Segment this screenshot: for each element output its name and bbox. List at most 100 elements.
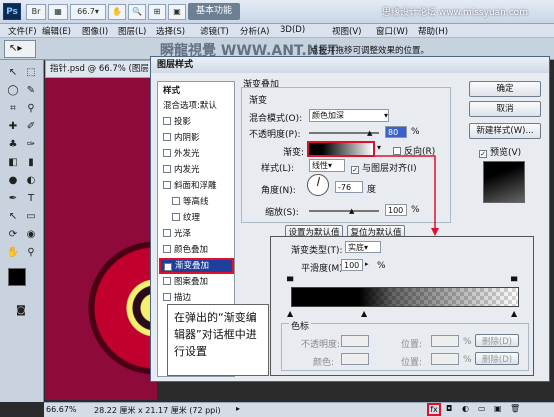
- menu-layer[interactable]: 图层(L): [118, 25, 146, 37]
- eyedropper-icon[interactable]: ⚲: [24, 102, 38, 116]
- color-stop-right[interactable]: ▲: [511, 309, 517, 318]
- gradient-tool-icon[interactable]: ▮: [24, 156, 38, 170]
- new-layer-icon[interactable]: ▣: [494, 404, 502, 413]
- gradient-bar[interactable]: [291, 287, 519, 307]
- scale-slider-thumb[interactable]: ▲: [349, 207, 354, 215]
- cancel-button[interactable]: 取消: [469, 101, 541, 117]
- stop-opacity-position-input[interactable]: [431, 335, 459, 347]
- preview-checkbox[interactable]: ✓ 预览(V): [479, 145, 521, 158]
- stop-color-position-input[interactable]: [431, 353, 459, 365]
- brush-tool-icon[interactable]: ✐: [24, 120, 38, 134]
- tool-preset-picker[interactable]: ↖▸: [4, 40, 36, 58]
- scale-slider[interactable]: [309, 210, 379, 212]
- opacity-stop-right[interactable]: ▀: [511, 277, 517, 286]
- pen-tool-icon[interactable]: ✒: [6, 192, 20, 206]
- checkbox[interactable]: [172, 213, 180, 221]
- styles-header[interactable]: 样式: [160, 85, 233, 98]
- style-item-gradient-overlay[interactable]: ✓ 渐变叠加: [159, 258, 234, 274]
- fx-icon[interactable]: fx: [427, 403, 441, 416]
- crop-tool-icon[interactable]: ⌗: [6, 102, 20, 116]
- scale-input[interactable]: 100: [385, 204, 407, 216]
- grid-icon[interactable]: ⊞: [148, 4, 166, 20]
- trash-icon[interactable]: 🗑: [510, 404, 520, 413]
- color-stop-left[interactable]: ▲: [287, 309, 293, 318]
- quick-mask-icon[interactable]: ◙: [14, 304, 28, 318]
- style-item-bevel-emboss[interactable]: 斜面和浮雕: [160, 180, 233, 193]
- checkbox[interactable]: [163, 245, 171, 253]
- new-style-button[interactable]: 新建样式(W)...: [469, 123, 541, 139]
- menu-view[interactable]: 视图(V): [332, 25, 361, 37]
- menu-edit[interactable]: 编辑(E): [42, 25, 71, 37]
- adjustment-icon[interactable]: ◐: [462, 404, 469, 413]
- document-canvas[interactable]: [45, 78, 157, 400]
- style-item-drop-shadow[interactable]: 投影: [160, 116, 233, 129]
- hand-tool-icon[interactable]: ✋: [108, 4, 126, 20]
- menu-analysis[interactable]: 分析(A): [240, 25, 269, 37]
- angle-input[interactable]: -76: [335, 181, 363, 193]
- arrange-docs-icon[interactable]: ▣: [168, 4, 186, 20]
- checkbox[interactable]: [163, 149, 171, 157]
- checkbox[interactable]: [163, 277, 171, 285]
- eraser-icon[interactable]: ◧: [6, 156, 20, 170]
- checkbox[interactable]: [163, 133, 171, 141]
- smoothness-input[interactable]: 100: [341, 259, 363, 271]
- checkbox-checked[interactable]: ✓: [164, 263, 172, 271]
- style-item-satin[interactable]: 光泽: [160, 228, 233, 241]
- checkbox[interactable]: [172, 197, 180, 205]
- menu-help[interactable]: 帮助(H): [418, 25, 448, 37]
- dodge-tool-icon[interactable]: ◐: [24, 174, 38, 188]
- zoom-level-box[interactable]: 66.7▾: [70, 4, 106, 20]
- menu-window[interactable]: 窗口(W): [376, 25, 408, 37]
- zoom-tool-icon[interactable]: ⚲: [24, 246, 38, 260]
- menu-image[interactable]: 图像(I): [82, 25, 108, 37]
- style-item-pattern-overlay[interactable]: 图案叠加: [160, 276, 233, 289]
- blend-options-item[interactable]: 混合选项:默认: [160, 100, 233, 113]
- checkbox[interactable]: [163, 293, 171, 301]
- stop-opacity-input[interactable]: [341, 335, 369, 347]
- 3d-rotate-icon[interactable]: ⟳: [6, 228, 20, 242]
- style-item-color-overlay[interactable]: 颜色叠加: [160, 244, 233, 257]
- style-select[interactable]: 线性▾: [309, 159, 345, 172]
- blend-mode-select[interactable]: 颜色加深 ▾: [309, 109, 389, 122]
- style-item-texture[interactable]: 纹理: [160, 212, 233, 225]
- gradient-preview[interactable]: [307, 141, 375, 157]
- bridge-icon[interactable]: Br: [26, 4, 46, 20]
- gradient-picker-arrow[interactable]: ▾: [377, 143, 381, 152]
- hand-tool-icon[interactable]: ✋: [6, 246, 20, 260]
- delete-opacity-stop-button[interactable]: 删除(D): [475, 334, 519, 347]
- history-brush-icon[interactable]: ✑: [24, 138, 38, 152]
- opacity-stop-left[interactable]: ▀: [287, 277, 293, 286]
- opacity-input[interactable]: 80: [385, 126, 407, 138]
- foreground-color-swatch[interactable]: [8, 268, 26, 286]
- checkbox[interactable]: [163, 117, 171, 125]
- angle-dial[interactable]: [307, 174, 329, 196]
- stop-color-swatch[interactable]: [341, 353, 369, 365]
- quick-select-icon[interactable]: ✎: [24, 84, 38, 98]
- 3d-camera-icon[interactable]: ◉: [24, 228, 38, 242]
- opacity-slider-thumb[interactable]: ▲: [367, 129, 372, 137]
- menu-3d[interactable]: 3D(D): [280, 25, 305, 35]
- path-select-icon[interactable]: ↖: [6, 210, 20, 224]
- shape-tool-icon[interactable]: ▭: [24, 210, 38, 224]
- status-menu-icon[interactable]: ▸: [236, 404, 240, 413]
- type-tool-icon[interactable]: T: [24, 192, 38, 206]
- lasso-tool-icon[interactable]: ◯: [6, 84, 20, 98]
- checkbox[interactable]: [163, 229, 171, 237]
- blur-tool-icon[interactable]: ●: [6, 174, 20, 188]
- menu-select[interactable]: 选择(S): [156, 25, 185, 37]
- reverse-checkbox[interactable]: 反向(R): [393, 144, 435, 157]
- smoothness-stepper[interactable]: ▸: [365, 260, 369, 268]
- align-checkbox[interactable]: ✓ 与图层对齐(I): [351, 161, 417, 174]
- style-item-inner-glow[interactable]: 内发光: [160, 164, 233, 177]
- ok-button[interactable]: 确定: [469, 81, 541, 97]
- zoom-readout[interactable]: 66.67%: [46, 405, 77, 414]
- group-icon[interactable]: ▭: [478, 404, 486, 413]
- checkbox[interactable]: [163, 165, 171, 173]
- mini-bridge-icon[interactable]: ▦: [48, 4, 68, 20]
- marquee-tool-icon[interactable]: ⬚: [24, 66, 38, 80]
- move-tool-icon[interactable]: ↖: [6, 66, 20, 80]
- delete-color-stop-button[interactable]: 删除(D): [475, 352, 519, 365]
- menu-filter[interactable]: 滤镜(T): [200, 25, 229, 37]
- document-tab[interactable]: 指针.psd @ 66.7% (图层: [45, 60, 165, 78]
- style-item-inner-shadow[interactable]: 内阴影: [160, 132, 233, 145]
